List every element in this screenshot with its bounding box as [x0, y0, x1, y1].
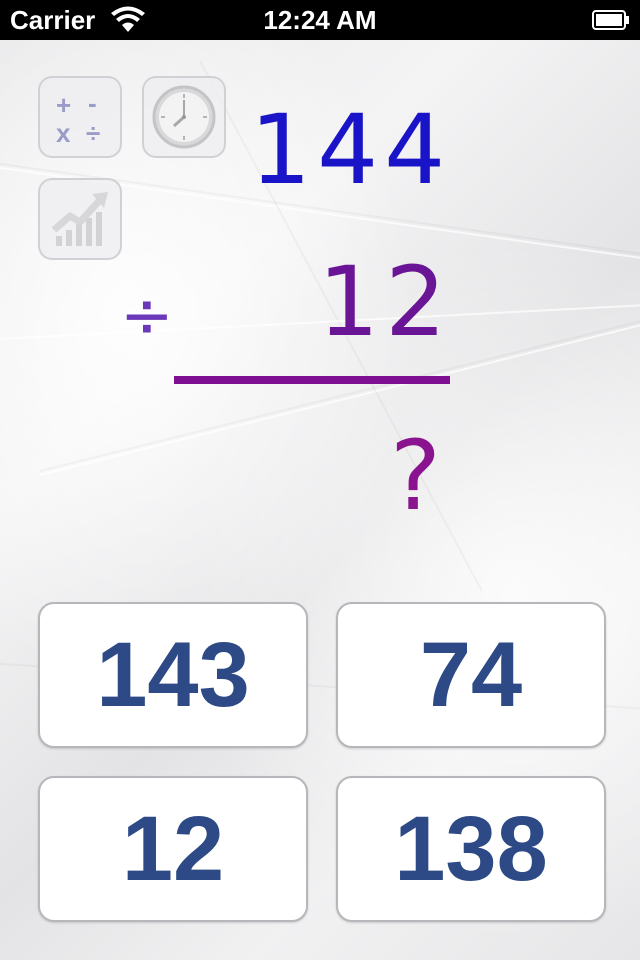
answer-choice-button[interactable]: 138 — [336, 776, 606, 922]
answer-choice-button[interactable]: 12 — [38, 776, 308, 922]
clock-icon — [152, 85, 216, 149]
top-number: 144 — [250, 94, 452, 206]
minus-icon: - — [88, 88, 97, 118]
stats-chart-icon — [51, 192, 108, 246]
operations-button[interactable]: + - x ÷ — [38, 76, 122, 158]
statistics-button[interactable] — [38, 178, 122, 260]
battery-icon — [592, 10, 629, 30]
paper-background: + - x ÷ 144 ÷ 12 ? 143 74 12 138 — [0, 40, 640, 960]
second-number: 12 — [318, 246, 453, 358]
answer-line — [174, 376, 450, 384]
answer-choice-button[interactable]: 74 — [336, 602, 606, 748]
operator-sign: ÷ — [120, 279, 174, 353]
clock-time: 12:24 AM — [263, 5, 377, 35]
status-bar: Carrier 12:24 AM — [0, 0, 640, 40]
timer-button[interactable] — [142, 76, 226, 158]
answer-placeholder: ? — [390, 420, 441, 532]
answer-choice-button[interactable]: 143 — [38, 602, 308, 748]
divide-icon: ÷ — [86, 118, 101, 148]
multiply-icon: x — [56, 118, 71, 148]
plus-icon: + — [56, 90, 72, 120]
